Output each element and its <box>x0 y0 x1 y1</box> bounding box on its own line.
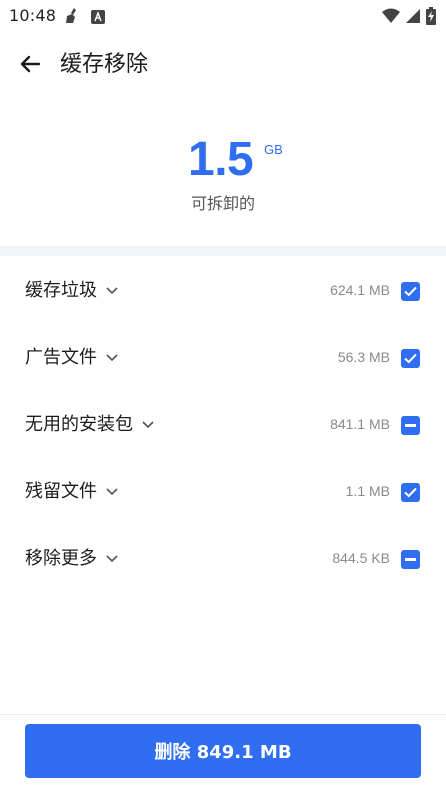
storage-summary: 1.5 GB 可拆卸的 <box>0 130 446 220</box>
cleaner-broom-icon <box>64 7 82 29</box>
row-label-wrap: 广告文件 <box>25 346 119 370</box>
status-left-icons <box>64 7 105 29</box>
chevron-down-icon[interactable] <box>105 351 119 365</box>
wifi-icon <box>382 8 400 28</box>
chevron-down-icon[interactable] <box>141 418 155 432</box>
row-label-wrap: 移除更多 <box>25 547 119 571</box>
battery-charging-icon <box>426 7 436 29</box>
delete-button[interactable]: 删除 849.1 MB <box>25 724 421 778</box>
item-label: 移除更多 <box>25 548 97 569</box>
section-divider <box>0 246 446 256</box>
list-item-remove-more[interactable]: 移除更多 844.5 KB <box>0 526 446 593</box>
list-item-ad-files[interactable]: 广告文件 56.3 MB <box>0 325 446 392</box>
removable-caption: 可拆卸的 <box>190 194 255 213</box>
item-size: 624.1 MB <box>330 282 390 298</box>
bottom-divider <box>0 714 446 715</box>
removable-size-unit: GB <box>264 142 283 157</box>
status-bar: 10:48 <box>0 0 446 32</box>
chevron-down-icon[interactable] <box>105 485 119 499</box>
chevron-down-icon[interactable] <box>105 284 119 298</box>
app-bar: 缓存移除 <box>0 38 446 94</box>
item-checkbox-partial[interactable] <box>401 550 420 569</box>
page-title: 缓存移除 <box>60 52 149 77</box>
item-label: 缓存垃圾 <box>25 280 97 301</box>
item-size: 841.1 MB <box>330 416 390 432</box>
item-checkbox[interactable] <box>401 282 420 301</box>
junk-category-list: 缓存垃圾 624.1 MB 广告文件 56.3 MB 无用的安装包 841.1 … <box>0 258 446 593</box>
status-right-icons <box>382 7 436 29</box>
item-checkbox[interactable] <box>401 483 420 502</box>
removable-size-value: 1.5 <box>188 133 254 186</box>
row-label-wrap: 缓存垃圾 <box>25 279 119 303</box>
row-label-wrap: 无用的安装包 <box>25 413 155 437</box>
row-label-wrap: 残留文件 <box>25 480 119 504</box>
item-checkbox-partial[interactable] <box>401 416 420 435</box>
arrow-back-icon <box>19 53 41 79</box>
item-label: 广告文件 <box>25 347 97 368</box>
signal-icon <box>405 8 421 28</box>
item-size: 56.3 MB <box>337 349 390 365</box>
list-item-unused-packages[interactable]: 无用的安装包 841.1 MB <box>0 392 446 459</box>
item-size: 844.5 KB <box>332 550 390 566</box>
size-row: 1.5 GB <box>0 130 446 190</box>
delete-button-label: 删除 849.1 MB <box>154 742 292 763</box>
text-a-icon <box>91 9 105 28</box>
status-time: 10:48 <box>9 6 57 25</box>
item-label: 残留文件 <box>25 481 97 502</box>
item-label: 无用的安装包 <box>25 414 133 435</box>
item-checkbox[interactable] <box>401 349 420 368</box>
chevron-down-icon[interactable] <box>105 552 119 566</box>
list-item-residual-files[interactable]: 残留文件 1.1 MB <box>0 459 446 526</box>
list-item-cache-junk[interactable]: 缓存垃圾 624.1 MB <box>0 258 446 325</box>
back-button[interactable] <box>14 50 46 82</box>
item-size: 1.1 MB <box>345 483 390 499</box>
